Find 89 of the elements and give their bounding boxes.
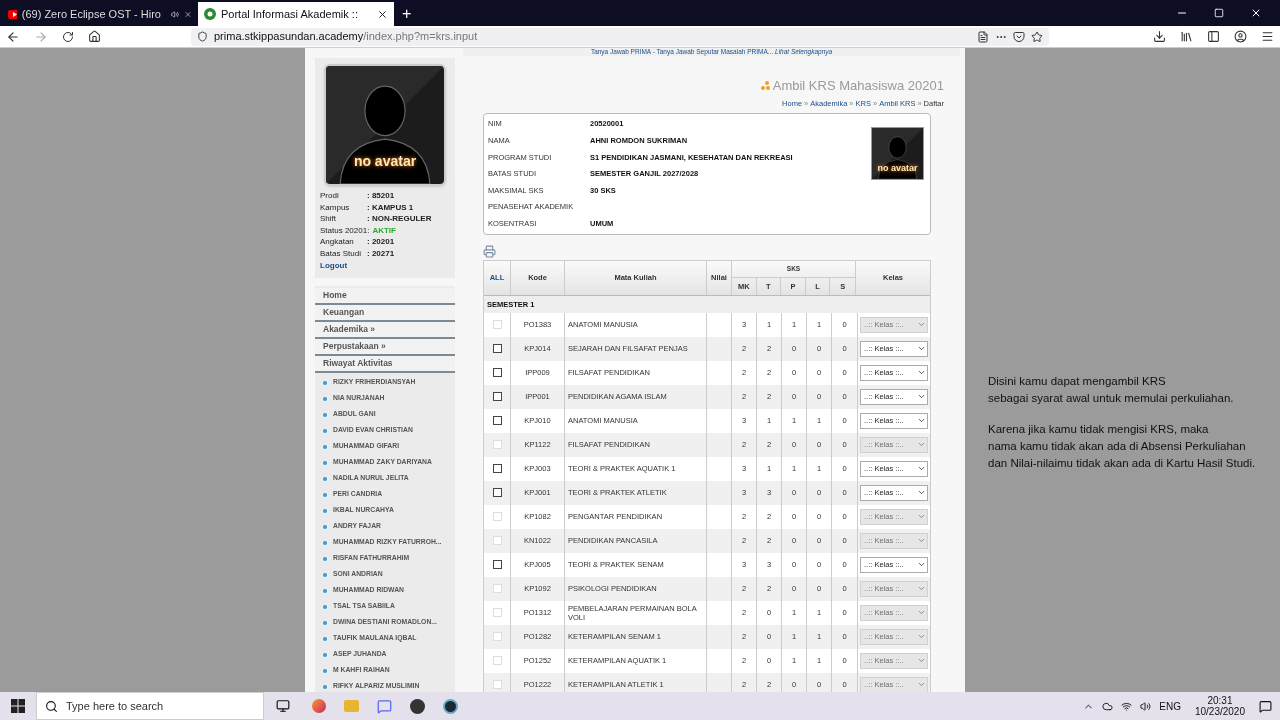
caption-text: Disini kamu dapat mengambil KRS sebagai syarat awal untuk memulai perkuliahan. [988,374,1235,406]
home-icon[interactable] [88,30,101,43]
page-title: Ambil KRS Mahasiswa 20201 [772,77,944,95]
search-icon [45,699,58,713]
row-checkbox[interactable] [492,464,502,474]
printer-icon[interactable] [483,244,496,258]
tab-title: (69) Zero Eclipse OST - Hiro [21,6,161,22]
info-label: Prodi [320,190,340,202]
avatar-caption: no avatar [876,162,919,176]
speaker-icon [170,8,179,20]
info-label: Status 20201: [320,224,371,236]
bullet-icon [323,524,327,529]
tab-title: Portal Informasi Akademik :: [221,6,358,22]
bullet-icon [323,428,327,433]
info-label: Shift [320,213,337,225]
bullet-icon [323,556,327,561]
game-app-icon[interactable] [443,698,458,714]
avatar-caption: no avatar [352,152,418,171]
taskbar-search-field[interactable]: Type here to search [36,692,264,720]
notification-icon[interactable] [1259,699,1272,713]
browser-tab[interactable]: (69) Zero Eclipse OST - Hiro [2,2,198,26]
new-tab-icon[interactable]: + [394,2,420,26]
record-app-icon[interactable] [410,698,425,714]
pocket-icon[interactable] [1013,30,1025,43]
clock-date: 10/23/2020 [1194,706,1245,717]
dots-icon [760,81,770,91]
logout-link[interactable]: Logout [320,260,450,272]
row-checkbox[interactable] [492,368,502,378]
row-checkbox[interactable] [492,560,502,570]
bullet-icon [323,396,327,401]
row-checkbox[interactable] [492,344,502,354]
bullet-icon [323,636,327,641]
url-text: prima.stkippasundan.academy/index.php?m=krs.input [214,29,478,45]
bullet-icon [323,460,327,465]
bullet-icon [323,684,327,689]
library-icon[interactable] [1180,30,1193,43]
bullet-icon [323,604,327,609]
bullet-icon [323,588,327,593]
menu-icon[interactable] [1261,30,1274,43]
volume-icon[interactable] [1140,700,1152,712]
bullet-icon [323,572,327,577]
bullet-icon [323,380,327,385]
info-value: : 20201 [367,236,395,248]
video-site-icon [8,9,17,19]
maximize-icon[interactable] [1214,8,1224,18]
bullet-icon [323,540,327,545]
windows-start-icon[interactable] [11,699,25,713]
bullet-icon [323,668,327,673]
bullet-icon [323,492,327,497]
task-view-icon[interactable] [276,699,290,713]
back-icon[interactable] [6,29,20,44]
row-checkbox[interactable] [492,488,502,498]
info-label: Kampus [320,201,351,213]
sidebar-icon[interactable] [1207,30,1220,43]
bullet-icon [323,620,327,625]
browser-app-icon[interactable] [312,699,326,713]
cloud-icon[interactable] [1102,700,1114,712]
bullet-icon [323,444,327,449]
info-value: AKTIF [372,224,396,236]
row-checkbox[interactable] [492,392,502,402]
download-icon[interactable] [1153,30,1166,43]
bookmark-icon[interactable] [1031,30,1043,43]
close-icon[interactable] [377,8,388,20]
bullet-icon [323,652,327,657]
info-value: : NON-REGULER [367,213,432,225]
browser-tab[interactable]: Portal Informasi Akademik :: [198,2,394,26]
info-value: : KAMPUS 1 [367,201,414,213]
clock-time: 20:31 [1207,695,1233,706]
info-value: : 85201 [367,190,395,202]
caption-text: Karena jika kamu tidak mengisi KRS, maka nama kamu tidak akan ada di Absensi Perkuliahan dan Nilai-nilaimu tidak akan ada di Kartu Hasil Studi. [988,422,1256,471]
chat-app-icon[interactable] [377,698,392,714]
close-icon[interactable] [1250,7,1262,19]
site-logo-icon [204,8,216,20]
account-icon[interactable] [1234,30,1247,43]
info-label: Batas Studi [320,247,362,259]
info-label: Angkatan [320,236,355,248]
clock[interactable]: 20:31 10/23/2020 [1194,695,1245,717]
bullet-icon [323,412,327,417]
shield-icon [197,31,208,42]
row-checkbox[interactable] [492,416,502,426]
network-icon[interactable] [1121,700,1133,712]
reload-icon[interactable] [62,30,74,43]
info-value: : 20271 [367,247,395,259]
address-bar[interactable]: prima.stkippasundan.academy/index.php?m=krs.input [191,27,1049,46]
bullet-icon [323,508,327,513]
menu-item[interactable]: Home [315,287,455,305]
language-indicator[interactable]: ENG [1159,698,1181,714]
reader-icon[interactable] [977,30,989,43]
bullet-icon [323,476,327,481]
